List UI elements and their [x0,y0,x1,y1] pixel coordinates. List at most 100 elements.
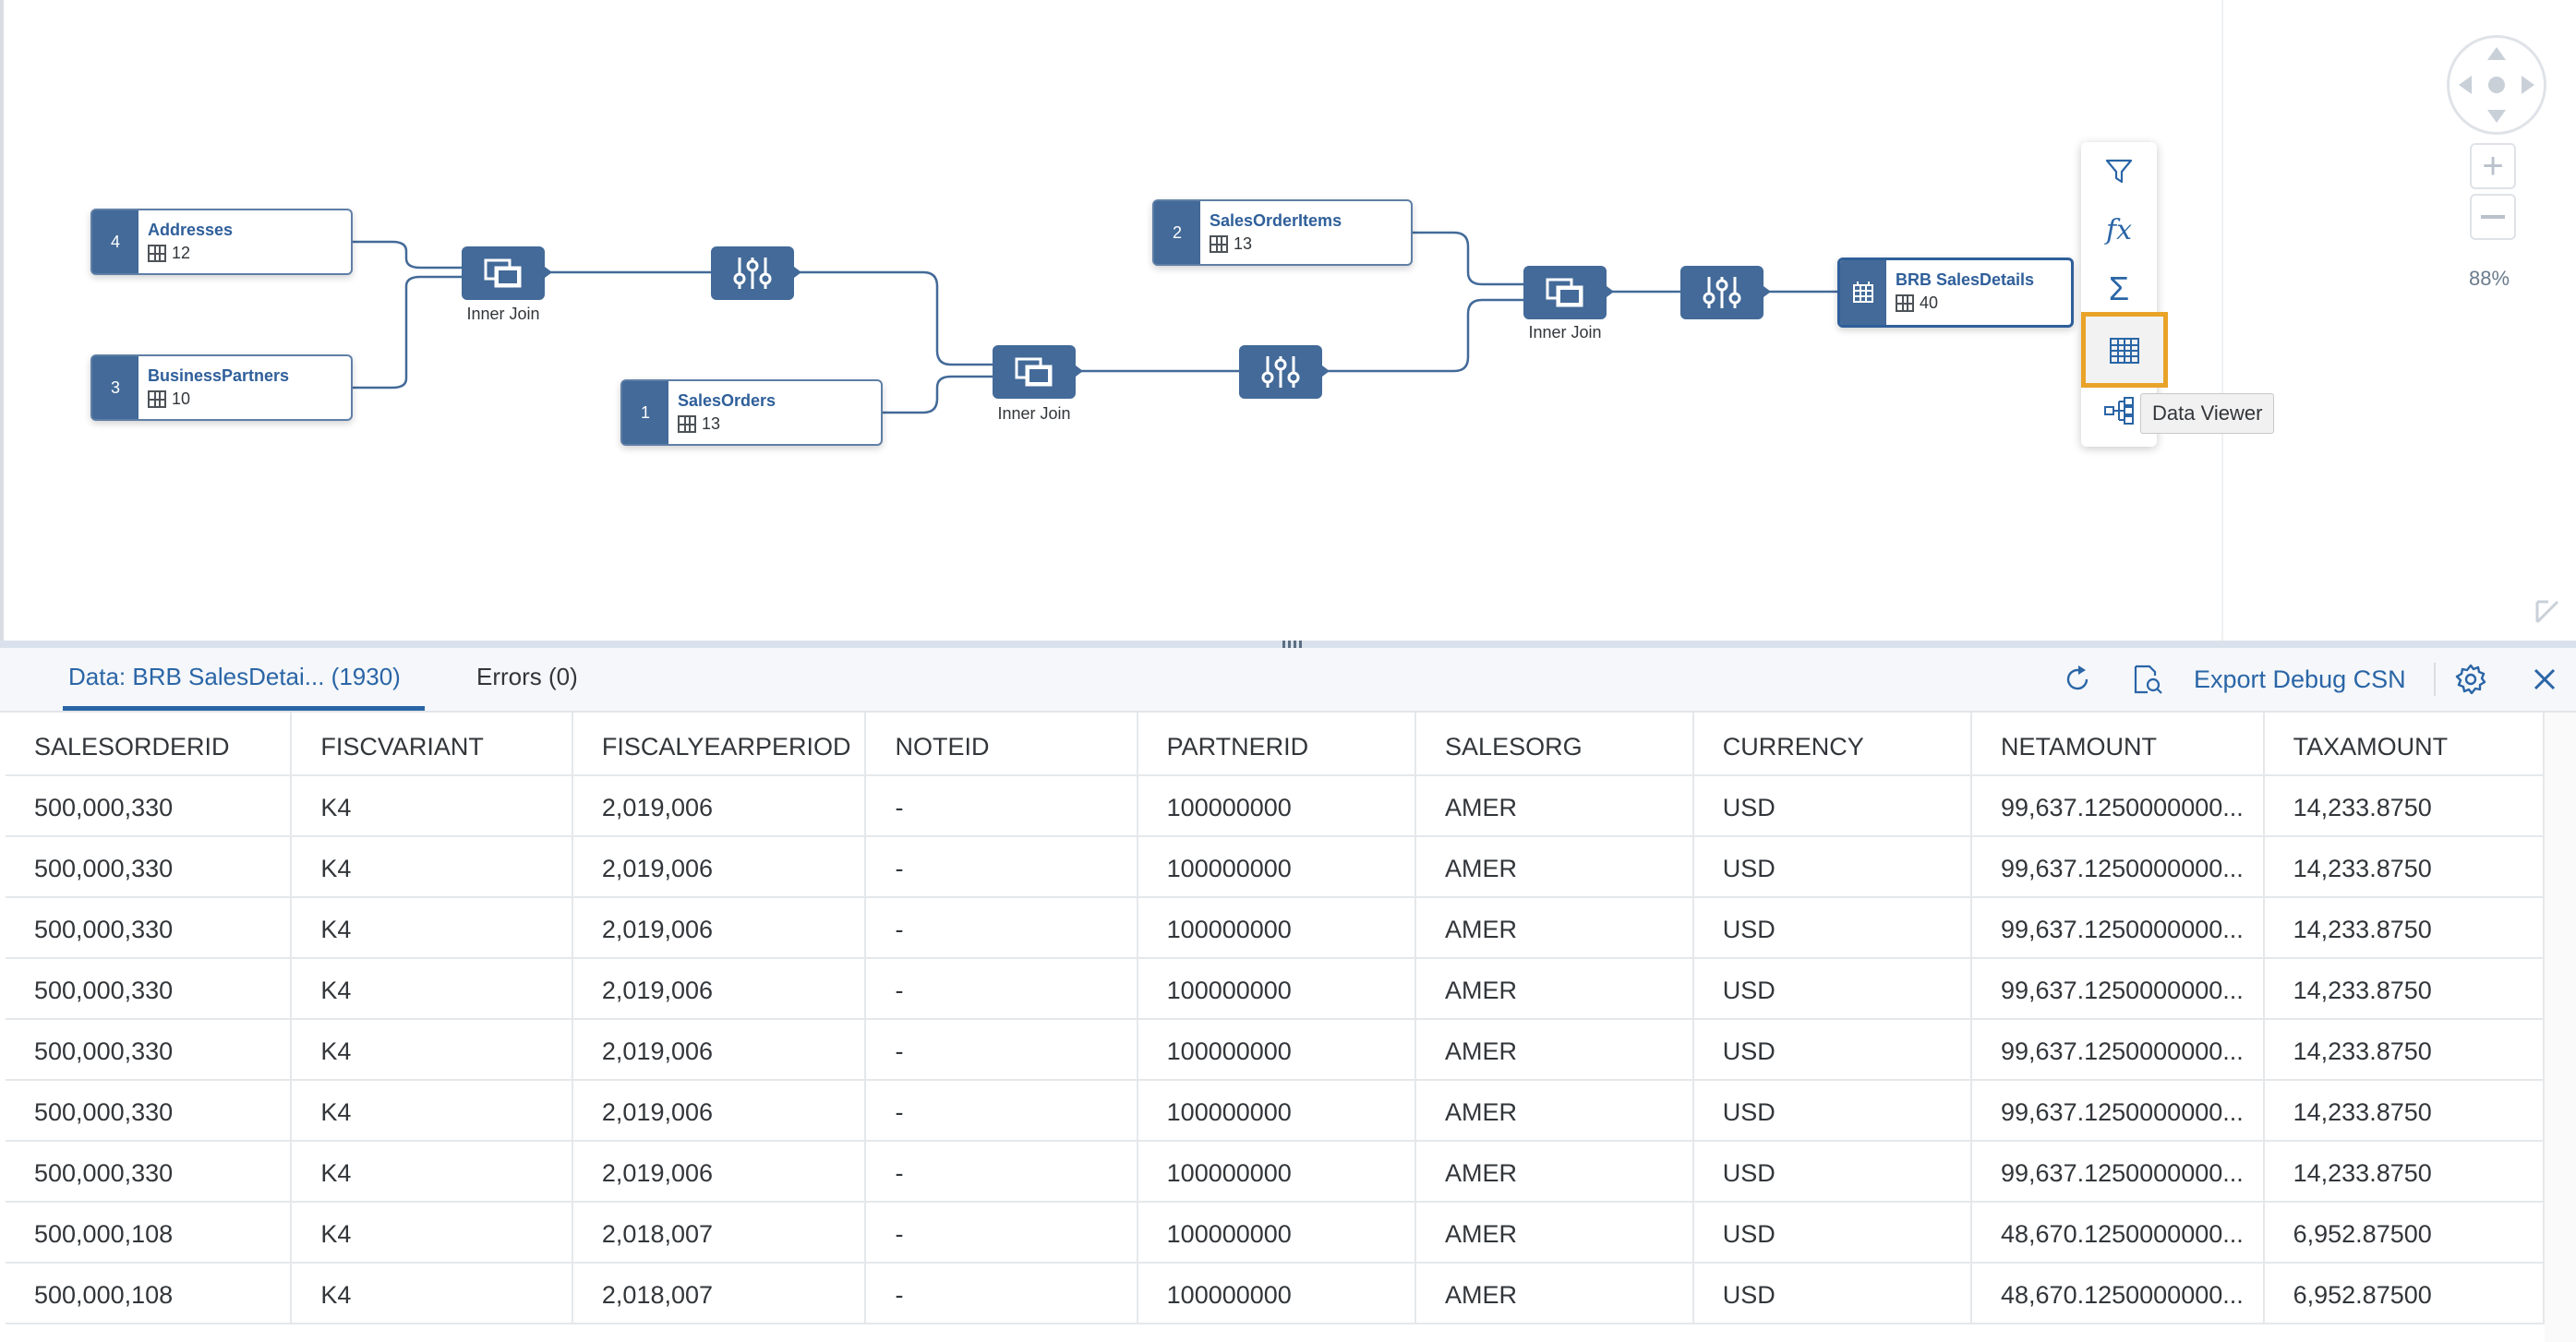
table-row[interactable]: 500,000,108 K4 2,018,007-100000000 AMER USD 4… [6,1263,2545,1324]
tab-data[interactable]: Data: BRB SalesDetai... (1930) [68,648,401,711]
table-cell: K4 [291,775,573,837]
column-header[interactable]: SALESORG [1415,713,1694,776]
calculated-column-button[interactable]: fx [2096,207,2142,253]
refresh-button[interactable] [2059,661,2096,698]
column-header[interactable]: NETAMOUNT [1971,713,2265,776]
table-cell: 99,637.1250000000... [1971,1019,2265,1081]
pan-navigator[interactable] [2447,35,2546,135]
output-port[interactable] [545,267,552,278]
table-cell: 14,233.8750 [2263,1141,2545,1203]
table-cell: 2,019,006 [572,897,867,959]
data-grid[interactable]: SALESORDERID FISCVARIANT FISCALYEARPERIOD N… [6,713,2545,1342]
join-node-1[interactable] [462,246,545,300]
output-port[interactable] [1763,286,1771,297]
column-header[interactable]: FISCVARIANT [291,713,573,776]
table-cell: 500,000,108 [6,1263,293,1324]
output-port[interactable] [1076,365,1083,377]
table-cell: 100000000 [1137,836,1417,898]
table-row[interactable]: 500,000,108 K4 2,018,007-100000000 AMER USD 4… [6,1202,2545,1264]
table-row[interactable]: 500,000,330 K4 2,019,006-100000000 AMER USD 9… [6,1080,2545,1142]
lineage-button[interactable] [2096,388,2142,434]
table-row[interactable]: 500,000,330 K4 2,019,006-100000000 AMER USD 9… [6,1141,2545,1203]
close-panel-button[interactable] [2526,661,2563,698]
preview-sql-button[interactable] [2129,661,2166,698]
zoom-in-button[interactable]: + [2470,143,2516,189]
projection-node-2[interactable] [1239,345,1322,399]
target-node-brb-salesdetails[interactable]: BRB SalesDetails 40 [1837,258,2074,328]
table-row[interactable]: 500,000,330 K4 2,019,006-100000000 AMER USD 9… [6,836,2545,898]
join-icon [1015,357,1053,387]
node-name: SalesOrderItems [1210,211,1342,230]
tooltip-data-viewer: Data Viewer [2140,393,2275,434]
data-viewer-button[interactable] [2081,312,2168,388]
panel-splitter[interactable] [0,641,2576,648]
node-number: 2 [1154,201,1200,264]
join-node-3[interactable] [1523,266,1607,319]
column-header[interactable]: NOTEID [865,713,1138,776]
flow-canvas[interactable]: 4 Addresses 12 3 BusinessPartners 10 1 S… [0,0,2576,641]
projection-icon [1703,277,1741,308]
fit-to-screen-icon[interactable] [2532,594,2565,628]
zoom-in-icon: + [2482,146,2504,186]
table-cell: K4 [291,1202,573,1264]
table-cell: 2,018,007 [572,1263,867,1324]
table-icon [148,245,166,262]
table-cell: K4 [291,897,573,959]
table-cell: AMER [1415,775,1694,837]
table-cell: 99,637.1250000000... [1971,1080,2265,1142]
table-icon [1210,235,1228,253]
filter-button[interactable] [2096,148,2142,194]
refresh-icon [2066,665,2088,690]
column-header[interactable]: TAXAMOUNT [2263,713,2545,776]
table-cell: 14,233.8750 [2263,897,2545,959]
output-port[interactable] [1607,286,1614,297]
export-debug-csn-button[interactable]: Export Debug CSN [2194,648,2406,711]
settings-button[interactable] [2452,661,2489,698]
column-header[interactable]: FISCALYEARPERIOD [572,713,867,776]
table-cell: 14,233.8750 [2263,836,2545,898]
aggregation-button[interactable]: Σ [2096,266,2142,312]
projection-node-3[interactable] [1680,266,1763,319]
column-header[interactable]: PARTNERID [1137,713,1417,776]
table-cell: 2,019,006 [572,836,867,898]
data-viewer-icon [2110,338,2139,364]
zoom-out-button[interactable] [2470,194,2516,240]
vertical-scrollbar[interactable] [2545,713,2576,1342]
column-header[interactable]: SALESORDERID [6,713,293,776]
table-cell: 500,000,330 [6,775,293,837]
table-cell: - [865,1080,1138,1142]
join-label: Inner Join [466,305,540,323]
table-cell: 99,637.1250000000... [1971,897,2265,959]
output-port[interactable] [794,267,801,278]
edge-addresses-join1 [353,240,462,270]
filter-icon [2105,159,2133,184]
edge-salesorders-join2 [883,375,993,414]
data-viewer-panel: Data: BRB SalesDetai... (1930) Errors (0… [0,641,2576,1342]
output-port[interactable] [1322,365,1330,377]
source-node-salesorderitems[interactable]: 2 SalesOrderItems 13 [1152,199,1413,266]
source-node-salesorders[interactable]: 1 SalesOrders 13 [620,379,883,446]
projection-node-1[interactable] [711,246,794,300]
active-tab-indicator [63,706,425,711]
zoom-out-icon [2481,215,2505,219]
table-cell: 2,019,006 [572,958,867,1020]
source-node-businesspartners[interactable]: 3 BusinessPartners 10 [90,354,353,421]
table-cell: USD [1692,1019,1973,1081]
table-cell: USD [1692,897,1973,959]
source-node-addresses[interactable]: 4 Addresses 12 [90,209,353,275]
table-row[interactable]: 500,000,330 K4 2,019,006-100000000 AMER USD 9… [6,958,2545,1020]
join-node-2[interactable] [993,345,1076,399]
table-row[interactable]: 500,000,330 K4 2,019,006-100000000 AMER USD 9… [6,1019,2545,1081]
splitter-grip-icon[interactable] [1274,641,1309,648]
join-label: Inner Join [1528,323,1602,341]
table-row[interactable]: 500,000,330 K4 2,019,006-100000000 AMER USD 9… [6,775,2545,837]
column-header[interactable]: CURRENCY [1692,713,1973,776]
tab-errors[interactable]: Errors (0) [476,648,578,711]
table-cell: AMER [1415,836,1694,898]
table-cell: AMER [1415,1080,1694,1142]
table-cell: - [865,836,1138,898]
table-cell: - [865,1202,1138,1264]
table-cell: 100000000 [1137,1263,1417,1324]
table-cell: 99,637.1250000000... [1971,775,2265,837]
table-row[interactable]: 500,000,330 K4 2,019,006-100000000 AMER USD 9… [6,897,2545,959]
